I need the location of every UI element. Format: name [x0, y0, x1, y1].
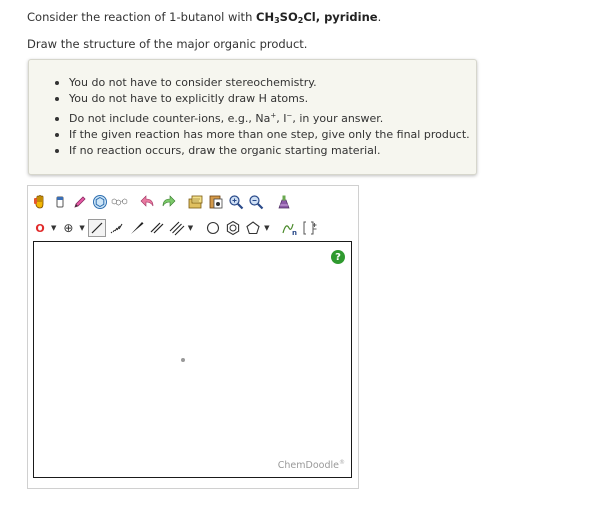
wedge-bond-icon[interactable] — [128, 219, 146, 237]
toolbar-row-2: O ▼ ⊕ ▼ ▼ ▼ n — [31, 217, 321, 239]
ring-template-icon[interactable] — [91, 193, 109, 211]
cyclopropane-ring-icon[interactable] — [204, 219, 222, 237]
canvas-center-dot — [181, 358, 185, 362]
benzene-ring-icon[interactable] — [224, 219, 242, 237]
chevron-down-icon[interactable]: ▼ — [79, 224, 84, 232]
single-bond-icon[interactable] — [87, 219, 106, 237]
chevron-down-icon[interactable]: ▼ — [51, 224, 56, 232]
question-text: Consider the reaction of 1-butanol with … — [27, 10, 382, 25]
double-bond-icon[interactable] — [148, 219, 166, 237]
help-icon[interactable]: ? — [331, 250, 345, 264]
eraser-icon[interactable] — [51, 193, 69, 211]
note-item: If no reaction occurs, draw the organic … — [53, 143, 470, 159]
redo-icon[interactable] — [159, 193, 177, 211]
note-item: Do not include counter-ions, e.g., Na+, … — [53, 111, 470, 127]
toolbar-row-1 — [31, 191, 295, 213]
notes-panel: You do not have to consider stereochemis… — [28, 59, 477, 175]
paste-icon[interactable] — [207, 193, 225, 211]
pentagon-ring-icon[interactable] — [244, 219, 262, 237]
triple-bond-icon[interactable] — [168, 219, 186, 237]
zoom-out-icon[interactable] — [247, 193, 265, 211]
charge-button[interactable]: ⊕ — [59, 219, 77, 237]
copy-icon[interactable] — [187, 193, 205, 211]
drawing-canvas[interactable]: ? ChemDoodle® — [33, 241, 352, 478]
instruction-text: Draw the structure of the major organic … — [27, 37, 308, 51]
chemdoodle-sketcher: O ▼ ⊕ ▼ ▼ ▼ n ? ChemDoodle® — [27, 185, 359, 489]
chain-tool-icon[interactable]: n — [281, 219, 299, 237]
chemdoodle-logo: ChemDoodle® — [277, 458, 345, 471]
chevron-down-icon[interactable]: ▼ — [264, 224, 269, 232]
hand-icon[interactable] — [31, 193, 49, 211]
svg-text:n: n — [292, 229, 297, 236]
clean-icon[interactable] — [275, 193, 293, 211]
pencil-icon[interactable] — [71, 193, 89, 211]
note-item: If the given reaction has more than one … — [53, 127, 470, 143]
note-item: You do not have to consider stereochemis… — [53, 75, 470, 91]
chevron-down-icon[interactable]: ▼ — [188, 224, 193, 232]
bracket-charge-icon[interactable] — [301, 219, 319, 237]
chain-template-icon[interactable] — [111, 193, 129, 211]
notes-list: You do not have to consider stereochemis… — [53, 75, 470, 159]
reagent-formula: CH3SO2Cl, pyridine — [256, 10, 378, 25]
hashed-bond-icon[interactable] — [108, 219, 126, 237]
undo-icon[interactable] — [139, 193, 157, 211]
note-item: You do not have to explicitly draw H ato… — [53, 91, 470, 107]
zoom-in-icon[interactable] — [227, 193, 245, 211]
element-o-button[interactable]: O — [31, 219, 49, 237]
